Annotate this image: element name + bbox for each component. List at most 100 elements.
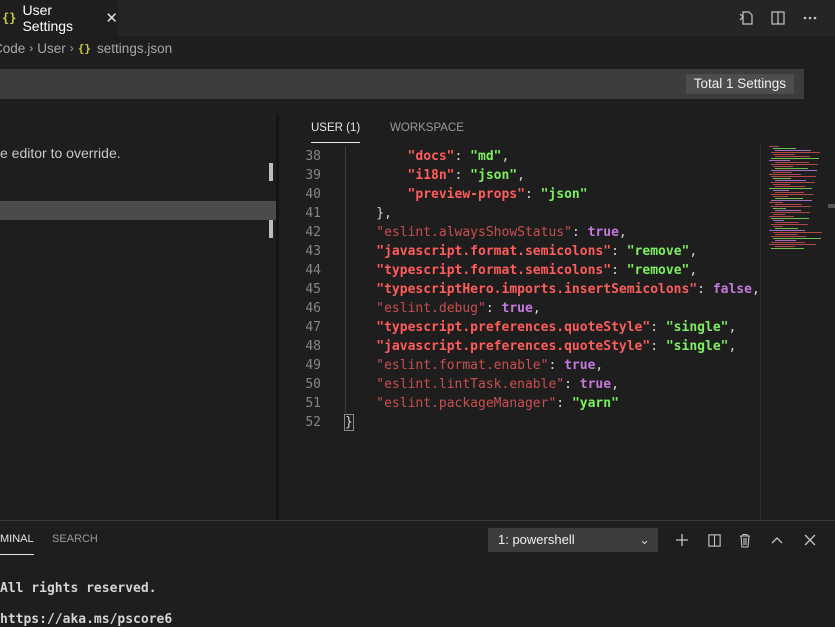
tab-workspace[interactable]: WORKSPACE bbox=[390, 114, 464, 142]
minimap-line bbox=[773, 214, 785, 215]
settings-search-input[interactable]: Total 1 Settings bbox=[0, 69, 804, 99]
minimap-line bbox=[771, 194, 813, 195]
code-token: "json" bbox=[470, 168, 518, 183]
minimap-line bbox=[773, 226, 783, 227]
code-token: , bbox=[595, 358, 604, 373]
settings-count-badge: Total 1 Settings bbox=[685, 74, 794, 94]
code-text: "eslint.format.enable": true, bbox=[376, 356, 603, 375]
settings-hint-text: e editor to override. bbox=[0, 145, 121, 161]
code-token: , bbox=[751, 282, 760, 297]
bottom-panel: MINAL SEARCH 1: powershell ⌄ All rights … bbox=[0, 520, 835, 627]
minimap-line bbox=[771, 170, 817, 171]
minimap-line bbox=[775, 156, 810, 157]
code-token: , bbox=[689, 244, 698, 259]
code-token: "docs" bbox=[407, 149, 455, 164]
code-token: , bbox=[611, 377, 619, 392]
line-number: 45 bbox=[305, 282, 321, 297]
minimap-line bbox=[769, 230, 805, 231]
minimap-line bbox=[773, 232, 822, 233]
minimap-line bbox=[773, 190, 789, 191]
json-braces-icon: {} bbox=[2, 11, 17, 25]
code-token: "remove" bbox=[626, 244, 690, 259]
breadcrumb-code[interactable]: Code bbox=[0, 41, 25, 56]
line-number: 39 bbox=[305, 168, 321, 183]
open-settings-json-icon[interactable] bbox=[737, 8, 757, 28]
code-token: : bbox=[650, 320, 666, 335]
editor-tab-bar bbox=[0, 0, 835, 36]
minimap-line bbox=[773, 208, 786, 209]
terminal-select[interactable]: 1: powershell ⌄ bbox=[488, 528, 658, 552]
more-actions-icon[interactable] bbox=[800, 8, 820, 28]
code-token: : bbox=[564, 377, 580, 392]
code-token: : bbox=[524, 187, 541, 202]
code-token: : bbox=[697, 282, 713, 297]
line-number: 51 bbox=[305, 396, 321, 411]
code-token: "eslint.alwaysShowStatus" bbox=[376, 225, 572, 240]
code-text: "docs": "md", bbox=[408, 147, 510, 166]
minimap-line bbox=[773, 238, 821, 239]
minimap-line bbox=[775, 240, 796, 241]
code-token: }, bbox=[376, 206, 392, 221]
split-editor-icon[interactable] bbox=[768, 8, 788, 28]
chevron-right-icon: › bbox=[69, 41, 74, 55]
minimap-line bbox=[769, 174, 801, 175]
tab-title: User Settings bbox=[22, 2, 74, 34]
settings-selected-row[interactable] bbox=[0, 201, 276, 220]
code-text: } bbox=[344, 413, 354, 432]
add-terminal-icon[interactable] bbox=[672, 530, 692, 550]
breadcrumb-user[interactable]: User bbox=[37, 41, 66, 56]
code-token: : bbox=[611, 244, 627, 259]
code-token: "preview-props" bbox=[407, 187, 525, 202]
code-text: "typescript.format.semicolons": "remove"… bbox=[376, 261, 697, 280]
code-token: : bbox=[571, 225, 588, 240]
code-token: : bbox=[485, 301, 502, 316]
tab-search[interactable]: SEARCH bbox=[52, 521, 98, 557]
minimap-line bbox=[773, 178, 791, 179]
trash-icon[interactable] bbox=[735, 530, 755, 550]
minimap-line bbox=[771, 152, 820, 153]
line-number: 48 bbox=[305, 339, 321, 354]
code-token: "eslint.lintTask.enable" bbox=[376, 377, 565, 392]
breadcrumb-file[interactable]: settings.json bbox=[97, 41, 172, 56]
close-icon[interactable]: ✕ bbox=[105, 9, 118, 27]
line-number: 43 bbox=[305, 244, 321, 259]
close-panel-icon[interactable] bbox=[800, 530, 820, 550]
line-number: 41 bbox=[305, 206, 321, 221]
chevron-right-icon: › bbox=[29, 41, 34, 55]
code-text: }, bbox=[376, 204, 392, 223]
code-text: "typescript.preferences.quoteStyle": "si… bbox=[376, 318, 736, 337]
code-token: "single" bbox=[665, 320, 729, 335]
code-text: "preview-props": "json" bbox=[408, 185, 588, 204]
code-token: "yarn" bbox=[571, 396, 619, 411]
split-terminal-icon[interactable] bbox=[704, 530, 724, 550]
minimap-line bbox=[775, 162, 809, 163]
minimap-line bbox=[773, 184, 790, 185]
minimap-line bbox=[775, 228, 798, 229]
code-text: "eslint.alwaysShowStatus": true, bbox=[376, 223, 626, 242]
code-token: "javascript.format.semicolons" bbox=[376, 244, 612, 259]
code-token: "javascript.preferences.quoteStyle" bbox=[376, 339, 651, 354]
maximize-panel-icon[interactable] bbox=[767, 530, 787, 550]
tab-user[interactable]: USER (1) bbox=[311, 114, 361, 143]
line-number: 52 bbox=[305, 415, 321, 430]
code-token: "typescript.preferences.quoteStyle" bbox=[376, 320, 651, 335]
minimap-line bbox=[771, 218, 809, 219]
json-editor[interactable]: 38 "docs": "md", 39 "i18n": "json", 40 "previ… bbox=[279, 144, 760, 520]
minimap[interactable] bbox=[760, 144, 835, 520]
scroll-marker bbox=[269, 163, 273, 181]
minimap-line bbox=[773, 172, 792, 173]
minimap-line bbox=[775, 234, 797, 235]
minimap-line bbox=[775, 150, 811, 151]
tab-terminal[interactable]: MINAL bbox=[0, 521, 34, 555]
line-number: 46 bbox=[305, 301, 321, 316]
tab-user-settings[interactable]: {} User Settings ✕ bbox=[0, 0, 118, 36]
code-text: "javascript.preferences.quoteStyle": "si… bbox=[376, 337, 736, 356]
line-number: 44 bbox=[305, 263, 321, 278]
code-token: , bbox=[689, 263, 698, 278]
minimap-line bbox=[771, 176, 816, 177]
minimap-line bbox=[771, 164, 818, 165]
code-token: , bbox=[517, 168, 525, 183]
line-number: 42 bbox=[305, 225, 321, 240]
code-token: "typescript.format.semicolons" bbox=[376, 263, 612, 278]
minimap-line bbox=[775, 180, 806, 181]
